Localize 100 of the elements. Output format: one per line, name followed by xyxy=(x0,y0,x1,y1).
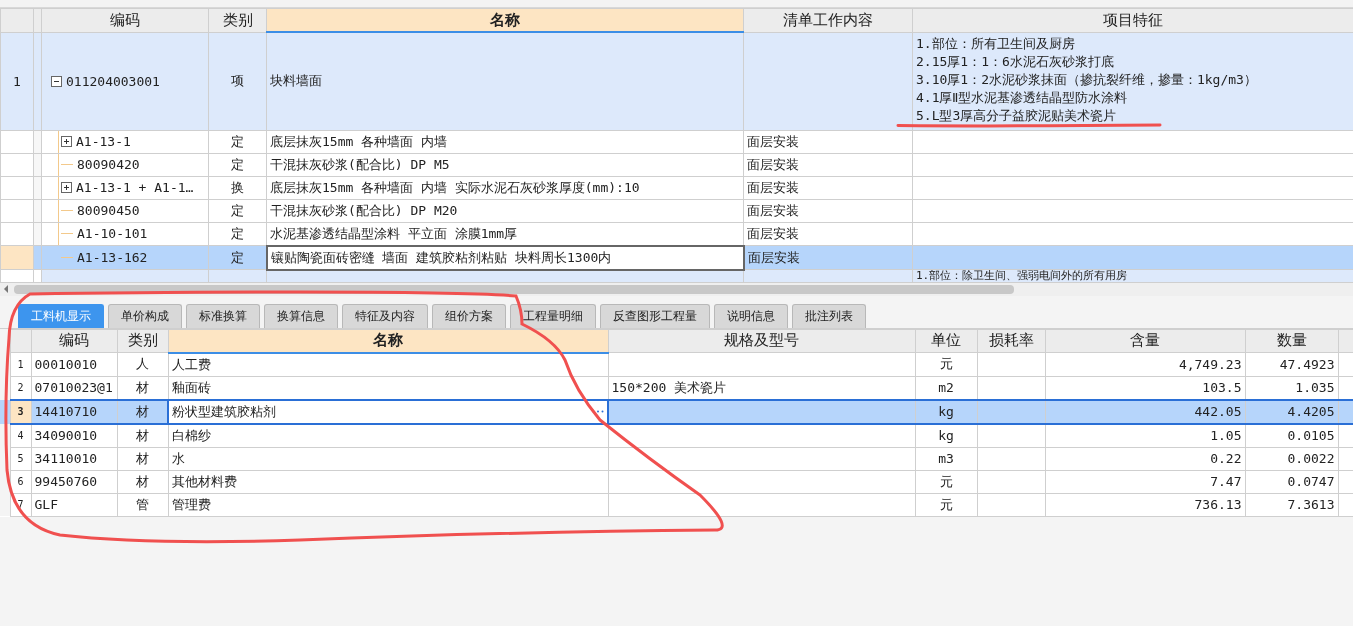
expand-icon[interactable] xyxy=(61,182,72,193)
table-cell: 干混抹灰砂浆(配合比) DP M20 xyxy=(266,199,744,222)
column-header: 编码 xyxy=(31,329,117,353)
table-cell: 0.22 xyxy=(1045,447,1245,470)
row-number: 5 xyxy=(10,447,31,470)
table-cell: 0.0022 xyxy=(1245,447,1338,470)
column-header: 名称 xyxy=(168,329,608,353)
table-cell: 块料墙面 xyxy=(266,32,744,130)
feature-line: 1.部位：所有卫生间及厨房 xyxy=(916,34,1076,53)
scrollbar-thumb[interactable] xyxy=(14,284,1014,294)
tab[interactable]: 批注列表 xyxy=(792,303,866,328)
table-cell: GLF xyxy=(31,493,117,516)
table-cell: 7.3613 xyxy=(1245,493,1338,516)
column-header: 名称 xyxy=(266,8,744,32)
tab[interactable]: 单价构成 xyxy=(108,303,182,328)
scroll-left-icon[interactable] xyxy=(4,285,8,293)
column-header: 损耗率 xyxy=(977,329,1045,353)
table-cell: 材 xyxy=(117,423,168,447)
table-cell xyxy=(977,352,1045,376)
table-cell: 011204003001 xyxy=(41,32,209,130)
table-cell: m3 xyxy=(915,447,977,470)
table-cell: 底层抹灰15mm 各种墙面 内墙 实际水泥石灰砂浆厚度(mm):10 xyxy=(266,176,744,199)
table-cell: 面层安装 xyxy=(743,245,913,270)
table-cell: 其他材料费 xyxy=(168,470,608,493)
table-cell: 镶贴陶瓷面砖密缝 墙面 建筑胶粘剂粘贴 块料周长1300内 xyxy=(266,245,744,270)
column-header: 清单工作内容 xyxy=(743,8,913,32)
table-cell: kg xyxy=(915,423,977,447)
column-header: 编码 xyxy=(41,8,209,32)
tab[interactable]: 组价方案 xyxy=(432,303,506,328)
table-cell: 定 xyxy=(208,130,267,153)
expand-icon[interactable] xyxy=(61,136,72,147)
table-cell: 底层抹灰15mm 各种墙面 内墙 xyxy=(266,130,744,153)
feature-line: 2.15厚1：1：6水泥石灰砂浆打底 xyxy=(916,52,1115,71)
table-cell: 项 xyxy=(208,32,267,130)
feature-line: 4.1厚Ⅱ型水泥基渗透结晶型防水涂料 xyxy=(916,88,1129,107)
table-cell xyxy=(977,399,1045,424)
table-cell: 736.13 xyxy=(1045,493,1245,516)
tab[interactable]: 工程量明细 xyxy=(510,303,596,328)
table-cell xyxy=(977,447,1045,470)
feature-line: 3.10厚1：2水泥砂浆抹面（掺抗裂纤维，掺量：1kg/m3） xyxy=(916,70,1258,89)
column-header: 规格及型号 xyxy=(608,329,915,353)
table-cell: 水 xyxy=(168,447,608,470)
table-cell: 材 xyxy=(117,399,168,424)
table-cell: 47.4923 xyxy=(1245,352,1338,376)
table-cell: A1-10-101 xyxy=(41,222,209,246)
row-number: 3 xyxy=(10,399,31,424)
table-cell: 7.47 xyxy=(1045,470,1245,493)
table-cell: 面层安装 xyxy=(743,130,913,153)
table-cell: 人工费 xyxy=(168,352,608,376)
tab[interactable]: 反查图形工程量 xyxy=(600,303,710,328)
table-cell: 换 xyxy=(208,176,267,199)
table-cell: A1-13-1 + A1-1… xyxy=(41,176,209,199)
table-cell: 定 xyxy=(208,199,267,222)
table-cell: kg xyxy=(915,399,977,424)
column-header: 项目特征 xyxy=(912,8,1353,32)
column-header: 类别 xyxy=(117,329,168,353)
table-cell: 管理费 xyxy=(168,493,608,516)
table-cell: 元 xyxy=(915,470,977,493)
table-cell: 34110010 xyxy=(31,447,117,470)
table-cell: 14410710 xyxy=(31,399,117,424)
table-cell: 人 xyxy=(117,352,168,376)
table-cell: 定 xyxy=(208,153,267,176)
table-cell: 面层安装 xyxy=(743,176,913,199)
table-cell: 34090010 xyxy=(31,423,117,447)
table-cell xyxy=(977,470,1045,493)
tab[interactable]: 标准换算 xyxy=(186,303,260,328)
tab[interactable]: 换算信息 xyxy=(264,303,338,328)
table-cell: 粉状型建筑胶粘剂 xyxy=(168,399,608,424)
table-cell: 材 xyxy=(117,470,168,493)
table-cell: 干混抹灰砂浆(配合比) DP M5 xyxy=(266,153,744,176)
row-number: 4 xyxy=(10,423,31,447)
table-cell: A1-13-162 xyxy=(41,245,209,270)
table-cell: 面层安装 xyxy=(743,222,913,246)
table-cell: 442.05 xyxy=(1045,399,1245,424)
table-cell: A1-13-1 xyxy=(41,130,209,153)
table-cell: 管 xyxy=(117,493,168,516)
tab[interactable]: 说明信息 xyxy=(714,303,788,328)
table-cell: 元 xyxy=(915,352,977,376)
row-number: 1 xyxy=(0,32,34,130)
table-cell xyxy=(977,423,1045,447)
table-cell: 0.0105 xyxy=(1245,423,1338,447)
table-cell: 80090450 xyxy=(41,199,209,222)
table-cell: 80090420 xyxy=(41,153,209,176)
table-cell: 元 xyxy=(915,493,977,516)
column-header: 类别 xyxy=(208,8,267,32)
table-cell: 面层安装 xyxy=(743,153,913,176)
column-header: 含量 xyxy=(1045,329,1245,353)
table-cell: 00010010 xyxy=(31,352,117,376)
table-cell xyxy=(977,493,1045,516)
table-cell: 1.05 xyxy=(1045,423,1245,447)
table-cell: 4.4205 xyxy=(1245,399,1338,424)
collapse-icon[interactable] xyxy=(51,75,62,87)
table-cell: 定 xyxy=(208,222,267,246)
table-cell: 99450760 xyxy=(31,470,117,493)
row-number: 1 xyxy=(10,352,31,376)
column-header: 单位 xyxy=(915,329,977,353)
feature-line: 1.部位：除卫生间、强弱电间外的所有用房 xyxy=(916,270,1129,282)
table-cell: 面层安装 xyxy=(743,199,913,222)
tab[interactable]: 特征及内容 xyxy=(342,303,428,328)
table-cell: 4,749.23 xyxy=(1045,352,1245,376)
